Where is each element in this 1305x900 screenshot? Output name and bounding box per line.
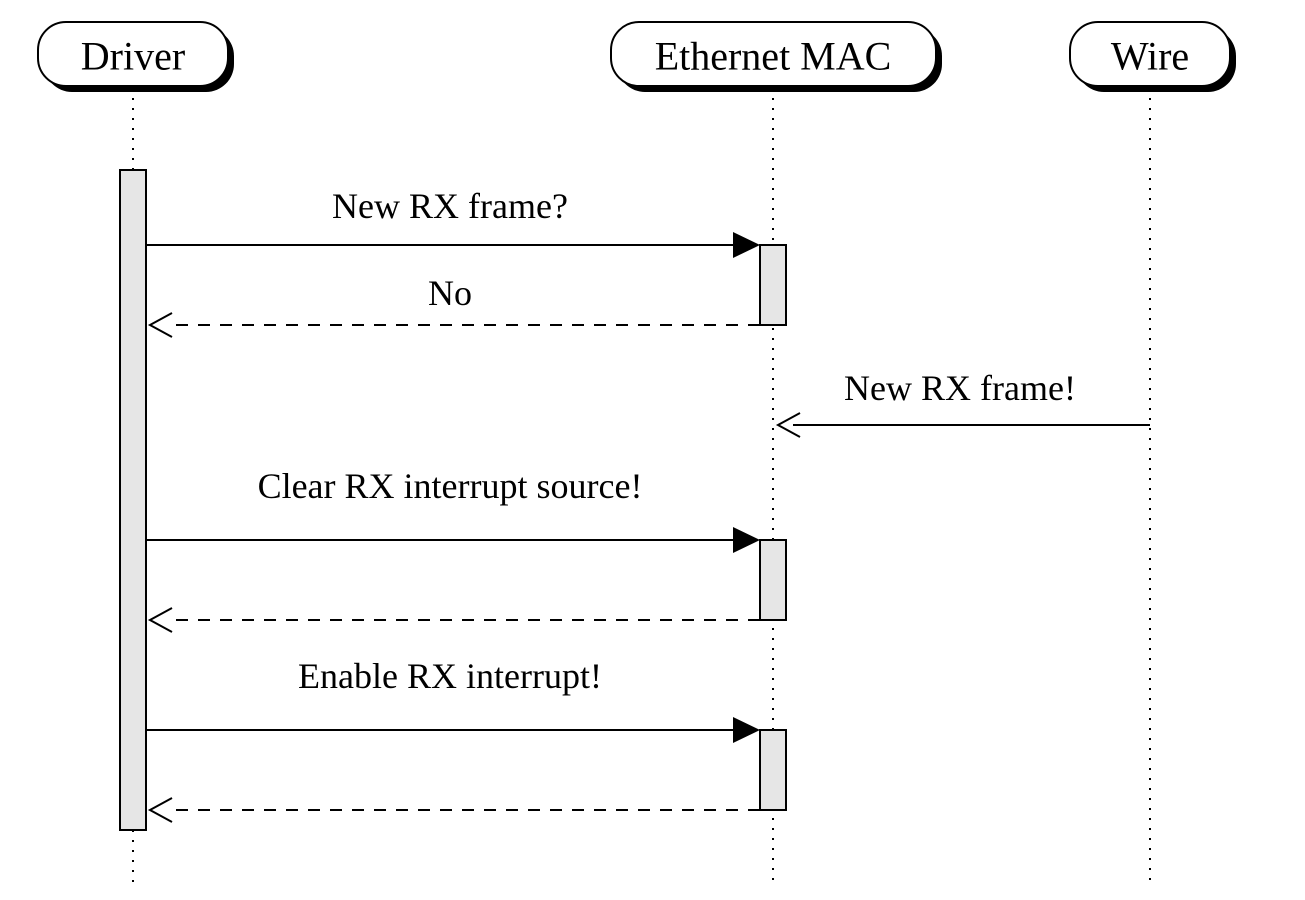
activation-mac-2 [760,540,786,620]
activation-driver [120,170,146,830]
message-new-rx-frame-query: New RX frame? [146,186,760,258]
message-no: No [150,273,760,337]
message-clear-rx-interrupt-return [150,608,760,632]
participant-wire: Wire [1070,22,1236,888]
sequence-diagram: Driver Ethernet MAC Wire New RX frame? N… [0,0,1305,900]
message-new-rx-frame-arrived-label: New RX frame! [844,368,1076,408]
message-enable-rx-interrupt: Enable RX interrupt! [146,656,760,743]
message-new-rx-frame-arrived: New RX frame! [778,368,1150,437]
message-clear-rx-interrupt: Clear RX interrupt source! [146,466,760,553]
activation-mac-3 [760,730,786,810]
message-clear-rx-interrupt-label: Clear RX interrupt source! [258,466,643,506]
activation-mac-1 [760,245,786,325]
participant-wire-label: Wire [1111,34,1189,79]
participant-mac-label: Ethernet MAC [655,34,892,79]
message-new-rx-frame-query-label: New RX frame? [332,186,568,226]
message-no-label: No [428,273,472,313]
message-enable-rx-interrupt-return [150,798,760,822]
message-enable-rx-interrupt-label: Enable RX interrupt! [298,656,602,696]
participant-driver-label: Driver [81,34,185,79]
